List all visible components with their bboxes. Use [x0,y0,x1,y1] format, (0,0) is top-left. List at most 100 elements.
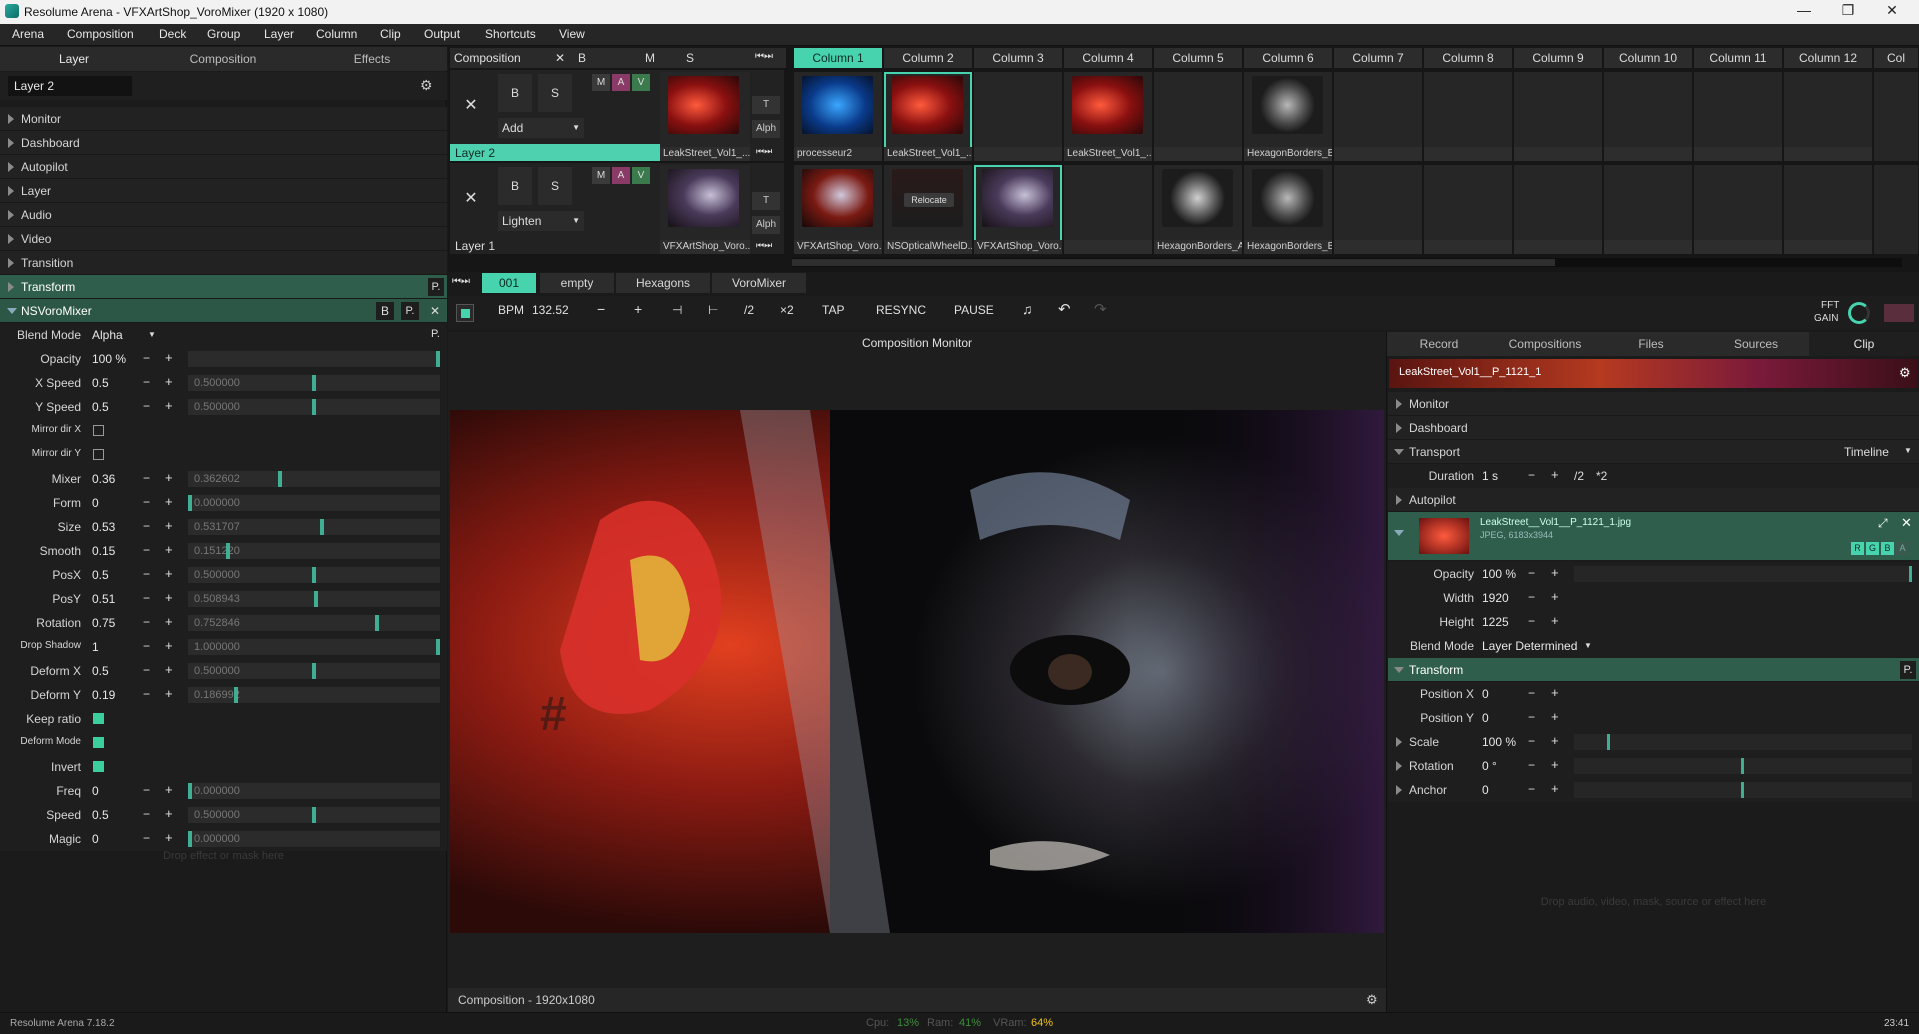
deck-tab-voromixer[interactable]: VoroMixer [712,273,806,293]
param-decrease-button[interactable]: − [143,783,150,797]
param-increase-button[interactable]: + [165,686,173,701]
param-value[interactable]: 0 [92,832,99,846]
transform-preset-button[interactable]: P. [428,278,444,296]
section-audio[interactable]: Audio [0,203,447,227]
param-slider-thumb[interactable] [226,543,230,559]
deck-tab-hexagons[interactable]: Hexagons [616,273,710,293]
param-value[interactable]: 0.5 [92,664,109,678]
transform-param-slider[interactable] [1574,734,1912,750]
column-header-6[interactable]: Column 6 [1244,48,1332,68]
transform-param-decrease-button[interactable]: − [1528,710,1535,724]
layer1-clear-button[interactable]: ✕ [450,163,492,235]
param-slider[interactable]: 0.000000 [188,783,440,799]
clip-param-increase-button[interactable]: + [1551,589,1559,604]
layer1-solo-button[interactable]: S [538,167,572,205]
transform-param-slider-thumb[interactable] [1607,734,1610,750]
clip-slot[interactable] [1424,72,1512,161]
param-slider-thumb[interactable] [188,831,192,847]
transform-param-increase-button[interactable]: + [1551,733,1559,748]
param-decrease-button[interactable]: − [143,471,150,485]
param-slider-thumb[interactable] [312,663,316,679]
section-dashboard[interactable]: Dashboard [1388,416,1919,440]
duration-decrease-button[interactable]: − [1528,468,1535,482]
channel-a-toggle[interactable]: A [1896,542,1909,555]
clip-param-value[interactable]: 1225 [1482,615,1509,629]
param-slider[interactable]: 0.752846 [188,615,440,631]
param-increase-button[interactable]: + [165,374,173,389]
transform-param-decrease-button[interactable]: − [1528,782,1535,796]
layer2-solo-button[interactable]: S [538,74,572,112]
clip-slot[interactable]: LeakStreet_Vol1_... [1064,72,1152,161]
expand-icon[interactable] [1396,761,1402,771]
skip-icon[interactable]: ⏮⏭ [756,240,772,251]
bpm-increase-button[interactable]: + [634,301,642,317]
column-header-4[interactable]: Column 4 [1064,48,1152,68]
minimize-icon[interactable]: — [1784,2,1824,18]
param-slider[interactable]: 0.500000 [188,807,440,823]
layer2-mask-button[interactable]: M [592,74,610,91]
param-slider[interactable]: 0.000000 [188,495,440,511]
clip-param-increase-button[interactable]: + [1551,565,1559,580]
clip-slot[interactable] [1694,165,1782,254]
section-dashboard[interactable]: Dashboard [0,131,447,155]
param-decrease-button[interactable]: − [143,375,150,389]
composition-clear-button[interactable]: ✕ [555,51,565,65]
expand-icon[interactable] [1396,785,1402,795]
clip-slot[interactable]: HexagonBorders_A [1154,165,1242,254]
pause-button[interactable]: PAUSE [954,303,994,317]
clip-slot[interactable] [1514,72,1602,161]
param-decrease-button[interactable]: − [143,663,150,677]
close-icon[interactable]: ✕ [1901,515,1912,531]
param-increase-button[interactable]: + [165,350,173,365]
param-checkbox[interactable] [93,737,104,748]
param-slider[interactable]: 0.500000 [188,375,440,391]
bpm-double-button[interactable]: ×2 [780,303,794,317]
column-header-2[interactable]: Column 2 [884,48,972,68]
param-value[interactable]: 0.5 [92,808,109,822]
param-decrease-button[interactable]: − [143,519,150,533]
transform-param-increase-button[interactable]: + [1551,757,1559,772]
param-value[interactable]: 0 [92,784,99,798]
opacity-slider[interactable] [1574,566,1912,582]
param-slider-thumb[interactable] [312,807,316,823]
param-decrease-button[interactable]: − [143,543,150,557]
column-header-8[interactable]: Column 8 [1424,48,1512,68]
clip-param-decrease-button[interactable]: − [1528,566,1535,580]
transform-param-value[interactable]: 0 [1482,687,1489,701]
clip-slot[interactable]: processeur2 [794,72,882,161]
param-increase-button[interactable]: + [165,542,173,557]
param-decrease-button[interactable]: − [143,351,150,365]
channel-g-toggle[interactable]: G [1866,542,1879,555]
layer1-bypass-button[interactable]: B [498,167,532,205]
param-slider[interactable]: 1.000000 [188,639,440,655]
composition-mute-button[interactable]: M [645,51,655,65]
param-slider[interactable]: 0.508943 [188,591,440,607]
param-checkbox[interactable] [93,449,104,460]
menu-clip[interactable]: Clip [380,27,401,41]
param-value[interactable]: 0.15 [92,544,115,558]
skip-icon[interactable]: ⏮⏭ [452,276,470,287]
grid-scrollbar[interactable] [792,258,1902,267]
param-slider-thumb[interactable] [375,615,379,631]
param-decrease-button[interactable]: − [143,807,150,821]
nudge-back-icon[interactable]: ⊣ [672,303,682,317]
tab-composition[interactable]: Composition [149,52,297,66]
clip-param-value[interactable]: 1920 [1482,591,1509,605]
transform-preset-button[interactable]: P. [1900,661,1916,679]
param-decrease-button[interactable]: − [143,567,150,581]
param-decrease-button[interactable]: − [143,615,150,629]
layer2-blend-dropdown[interactable]: Add ▼ [498,118,584,138]
param-value[interactable]: 0 [92,496,99,510]
column-header-3[interactable]: Column 3 [974,48,1062,68]
clip-name[interactable]: LeakStreet_Vol1__P_1121_1 [1399,366,1541,378]
column-header-11[interactable]: Column 11 [1694,48,1782,68]
param-increase-button[interactable]: + [165,518,173,533]
clip-slot[interactable] [1334,72,1422,161]
relocate-button[interactable]: Relocate [904,193,954,207]
param-slider-thumb[interactable] [312,399,316,415]
clip-slot[interactable] [974,72,1062,161]
param-increase-button[interactable]: + [165,638,173,653]
param-decrease-button[interactable]: − [143,639,150,653]
clip-slot[interactable] [1334,165,1422,254]
transform-param-increase-button[interactable]: + [1551,685,1559,700]
